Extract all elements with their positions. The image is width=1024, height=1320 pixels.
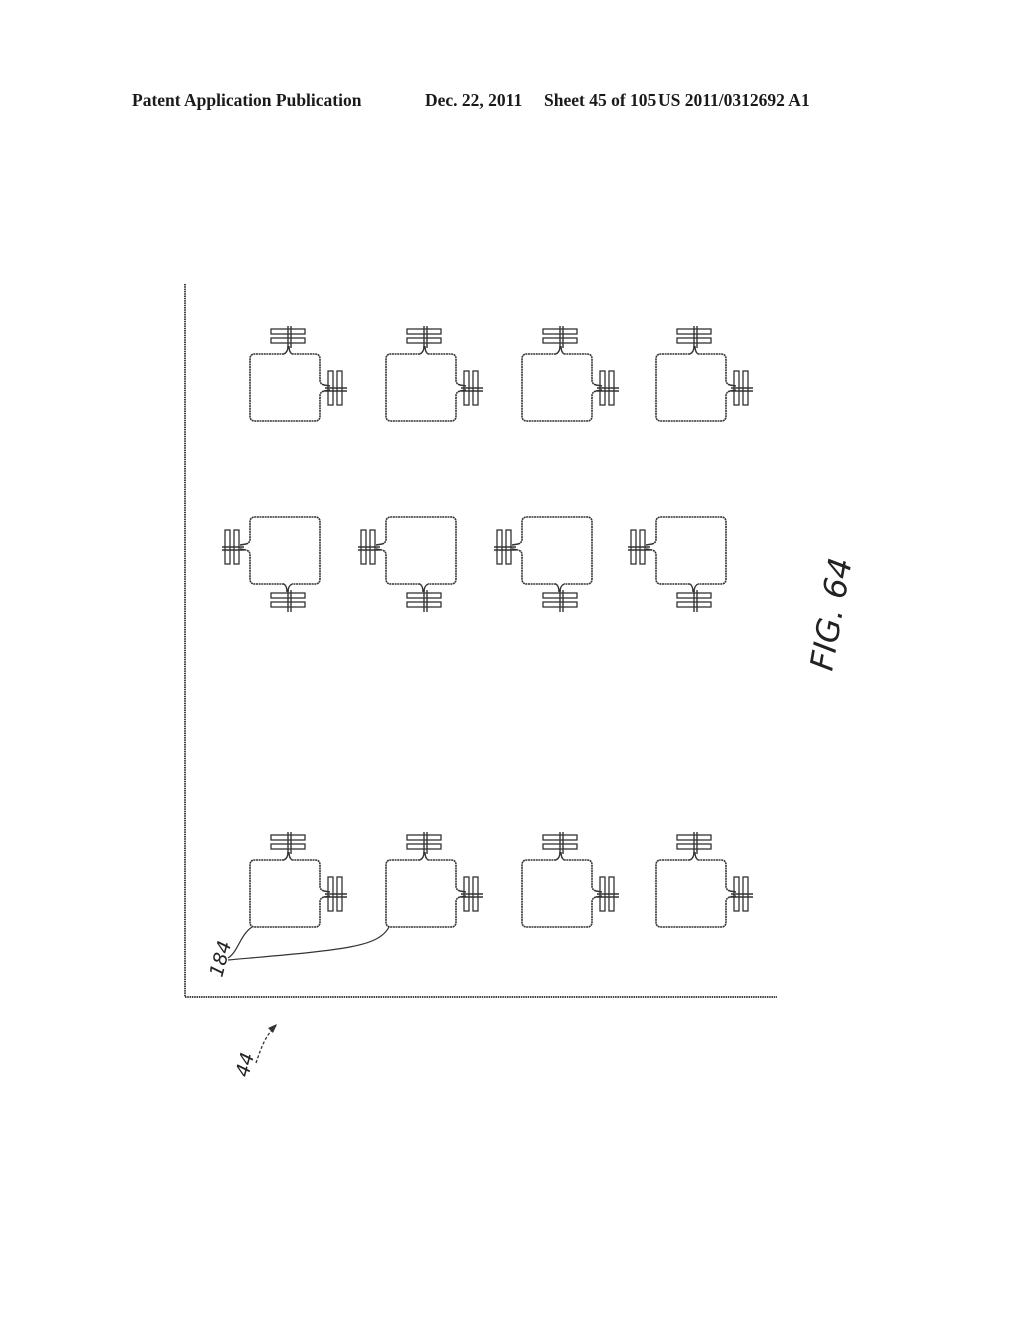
capacitor-pad — [597, 876, 619, 912]
antenna-element — [358, 516, 457, 612]
capacitor-pad — [676, 326, 712, 348]
capacitor-pad — [542, 590, 578, 612]
capacitor-pad — [597, 370, 619, 406]
antenna-loop — [521, 353, 597, 422]
figure-label: FIG. 64 — [802, 555, 859, 674]
capacitor-pad — [325, 876, 347, 912]
antenna-element — [385, 326, 483, 422]
leader-line — [227, 926, 390, 961]
capacitor-pad — [676, 590, 712, 612]
capacitor-pad — [731, 370, 753, 406]
capacitor-pad — [406, 832, 442, 854]
reference-label-184: 184 — [206, 939, 237, 980]
capacitor-pad — [731, 876, 753, 912]
capacitor-pad — [270, 832, 306, 854]
antenna-loop — [655, 353, 731, 422]
arrowhead-icon — [268, 1024, 277, 1033]
antenna-loop — [385, 859, 461, 928]
antenna-element — [628, 516, 727, 612]
capacitor-pad — [461, 370, 483, 406]
antenna-element — [655, 832, 753, 928]
capacitor-pad — [494, 529, 516, 565]
capacitor-pad — [676, 832, 712, 854]
patent-figure: 184 44 FIG. 64 — [184, 284, 860, 1079]
antenna-loop — [655, 859, 731, 928]
capacitor-pad — [406, 326, 442, 348]
antenna-loop — [651, 516, 727, 585]
antenna-loop — [249, 353, 325, 422]
antenna-element — [655, 326, 753, 422]
capacitor-pad — [222, 529, 244, 565]
antenna-loop — [249, 859, 325, 928]
antenna-loop — [517, 516, 593, 585]
antenna-element — [222, 516, 321, 612]
capacitor-pad — [628, 529, 650, 565]
capacitor-pad — [542, 832, 578, 854]
antenna-loop — [245, 516, 321, 585]
capacitor-pad — [270, 326, 306, 348]
antenna-loop — [381, 516, 457, 585]
antenna-element — [385, 832, 483, 928]
antenna-element — [249, 832, 347, 928]
antenna-grid — [222, 326, 753, 928]
antenna-element — [521, 326, 619, 422]
reference-label-44: 44 — [232, 1050, 260, 1079]
capacitor-pad — [325, 370, 347, 406]
capacitor-pad — [270, 590, 306, 612]
antenna-loop — [385, 353, 461, 422]
reference-184-leaders — [227, 926, 390, 961]
antenna-element — [494, 516, 593, 612]
antenna-element — [521, 832, 619, 928]
capacitor-pad — [358, 529, 380, 565]
reference-44-arrow — [255, 1024, 277, 1064]
capacitor-pad — [461, 876, 483, 912]
capacitor-pad — [542, 326, 578, 348]
antenna-element — [249, 326, 347, 422]
antenna-loop — [521, 859, 597, 928]
capacitor-pad — [406, 590, 442, 612]
